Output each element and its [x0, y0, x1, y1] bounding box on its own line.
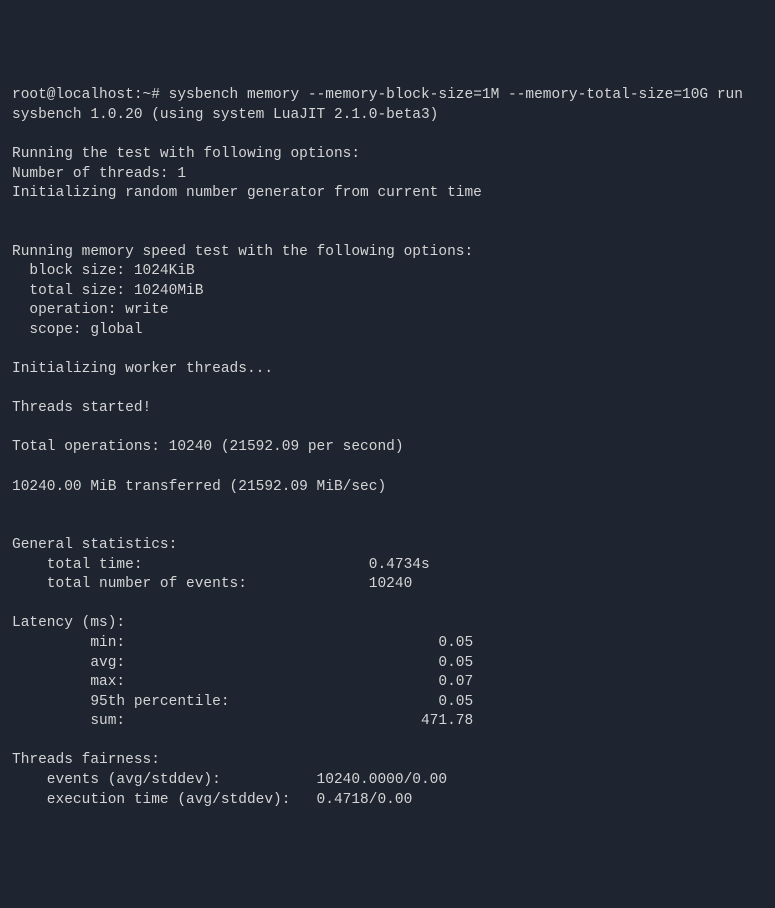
- fairness-header: Threads fairness:: [12, 751, 763, 771]
- prompt-line: root@localhost:~# sysbench memory --memo…: [12, 86, 763, 106]
- threads-count: Number of threads: 1: [12, 165, 763, 185]
- latency-max: max: 0.07: [12, 673, 763, 693]
- blank-line: [12, 497, 763, 517]
- version-line: sysbench 1.0.20 (using system LuaJIT 2.1…: [12, 106, 763, 126]
- blank-line: [12, 125, 763, 145]
- total-size: total size: 10240MiB: [12, 282, 763, 302]
- total-operations: Total operations: 10240 (21592.09 per se…: [12, 438, 763, 458]
- fairness-events: events (avg/stddev): 10240.0000/0.00: [12, 771, 763, 791]
- blank-line: [12, 419, 763, 439]
- block-size: block size: 1024KiB: [12, 262, 763, 282]
- latency-header: Latency (ms):: [12, 614, 763, 634]
- memtest-header: Running memory speed test with the follo…: [12, 243, 763, 263]
- command-text: sysbench memory --memory-block-size=1M -…: [169, 87, 743, 103]
- shell-prompt: root@localhost:~#: [12, 87, 169, 103]
- latency-p95: 95th percentile: 0.05: [12, 693, 763, 713]
- blank-line: [12, 223, 763, 243]
- latency-sum: sum: 471.78: [12, 712, 763, 732]
- terminal-output[interactable]: root@localhost:~# sysbench memory --memo…: [12, 86, 763, 810]
- operation: operation: write: [12, 301, 763, 321]
- blank-line: [12, 341, 763, 361]
- total-events: total number of events: 10240: [12, 575, 763, 595]
- options-header: Running the test with following options:: [12, 145, 763, 165]
- latency-avg: avg: 0.05: [12, 654, 763, 674]
- threads-started: Threads started!: [12, 399, 763, 419]
- blank-line: [12, 517, 763, 537]
- blank-line: [12, 595, 763, 615]
- blank-line: [12, 732, 763, 752]
- total-time: total time: 0.4734s: [12, 556, 763, 576]
- transferred: 10240.00 MiB transferred (21592.09 MiB/s…: [12, 478, 763, 498]
- blank-line: [12, 458, 763, 478]
- fairness-exec: execution time (avg/stddev): 0.4718/0.00: [12, 791, 763, 811]
- scope: scope: global: [12, 321, 763, 341]
- blank-line: [12, 204, 763, 224]
- init-workers: Initializing worker threads...: [12, 360, 763, 380]
- latency-min: min: 0.05: [12, 634, 763, 654]
- rng-init: Initializing random number generator fro…: [12, 184, 763, 204]
- stats-header: General statistics:: [12, 536, 763, 556]
- blank-line: [12, 380, 763, 400]
